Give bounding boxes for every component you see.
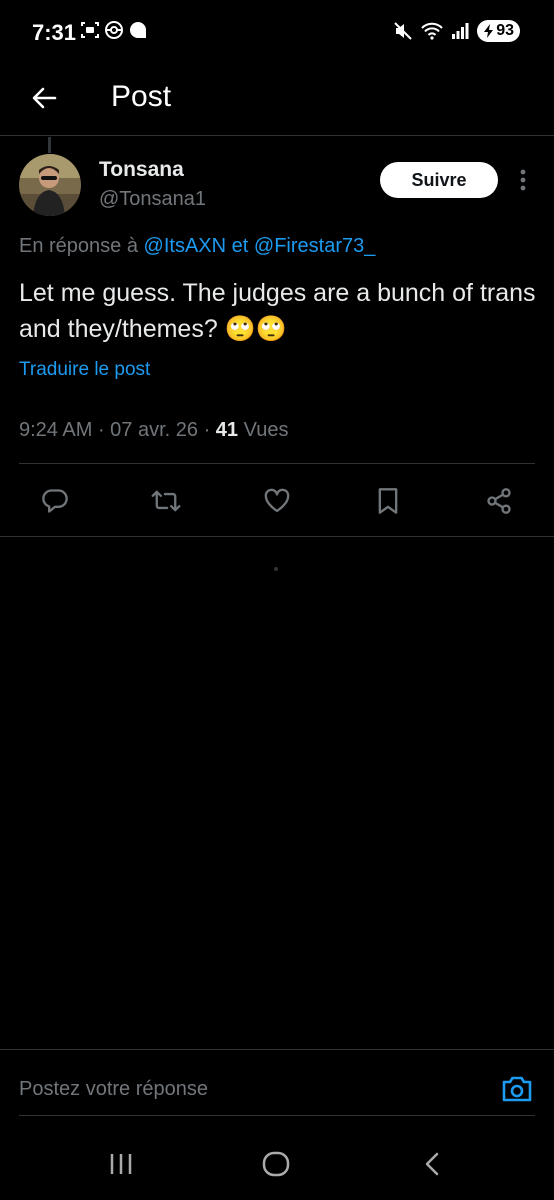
follow-button[interactable]: Suivre bbox=[380, 162, 498, 198]
loading-indicator bbox=[274, 567, 278, 571]
retweet-icon bbox=[151, 490, 181, 512]
status-time: 7:31 bbox=[32, 20, 77, 45]
battery-icon: 93 bbox=[477, 20, 520, 42]
header: Post bbox=[0, 64, 554, 136]
retweet-button[interactable] bbox=[151, 486, 181, 516]
thread-connector bbox=[48, 137, 51, 153]
post-date: 07 avr. 26 bbox=[110, 419, 199, 441]
recents-button[interactable] bbox=[101, 1144, 141, 1184]
translate-link[interactable]: Traduire le post bbox=[19, 359, 150, 381]
home-button[interactable] bbox=[256, 1144, 296, 1184]
post-text: Let me guess. The judges are a bunch of … bbox=[19, 279, 536, 343]
reply-context: En réponse à @ItsAXN et @Firestar73_ bbox=[19, 235, 375, 258]
status-bar: 7:31 93 bbox=[0, 0, 554, 64]
mention-link[interactable]: @ItsAXN bbox=[144, 235, 227, 257]
reply-prefix: En réponse à bbox=[19, 235, 138, 257]
camera-button[interactable] bbox=[500, 1072, 534, 1106]
action-bar bbox=[0, 478, 554, 524]
reply-composer[interactable]: Postez votre réponse bbox=[0, 1049, 554, 1117]
more-options-button[interactable] bbox=[514, 166, 532, 194]
reply-underline bbox=[19, 1115, 535, 1116]
share-button[interactable] bbox=[484, 486, 514, 516]
share-icon bbox=[487, 488, 511, 514]
like-icon bbox=[264, 488, 290, 513]
divider bbox=[0, 536, 554, 537]
author-name[interactable]: Tonsana bbox=[99, 158, 184, 182]
mute-icon bbox=[394, 22, 412, 40]
chat-bubble-icon bbox=[130, 22, 146, 38]
wifi-icon bbox=[421, 22, 443, 40]
pokeball-icon bbox=[105, 21, 123, 39]
like-button[interactable] bbox=[262, 486, 292, 516]
meta-separator: · bbox=[203, 419, 216, 441]
battery-level: 93 bbox=[496, 22, 514, 39]
recents-icon bbox=[110, 1154, 132, 1174]
divider bbox=[19, 463, 535, 464]
charging-bolt-icon bbox=[484, 24, 494, 38]
status-right-icons: 93 bbox=[393, 20, 520, 42]
signal-icon bbox=[452, 23, 469, 39]
views-label[interactable]: Vues bbox=[244, 419, 289, 441]
reply-icon bbox=[42, 489, 68, 513]
views-count[interactable]: 41 bbox=[216, 419, 238, 441]
back-icon bbox=[425, 1152, 439, 1176]
mention-link[interactable]: @Firestar73_ bbox=[254, 235, 375, 257]
page-title: Post bbox=[111, 80, 172, 113]
camera-icon bbox=[502, 1076, 532, 1102]
reply-button[interactable] bbox=[40, 486, 70, 516]
bookmark-icon bbox=[378, 488, 398, 514]
more-vertical-icon bbox=[520, 169, 526, 191]
screenshot-icon bbox=[81, 22, 99, 38]
system-back-button[interactable] bbox=[412, 1144, 452, 1184]
post-time: 9:24 AM bbox=[19, 419, 93, 441]
home-icon bbox=[262, 1151, 290, 1177]
reply-conjunction: et bbox=[231, 235, 249, 257]
author-handle[interactable]: @Tonsana1 bbox=[99, 188, 206, 211]
back-button[interactable] bbox=[24, 78, 64, 118]
avatar-image bbox=[19, 154, 81, 216]
avatar[interactable] bbox=[19, 154, 81, 216]
post-meta: 9:24 AM · 07 avr. 26 · 41 Vues bbox=[19, 419, 288, 442]
bookmark-button[interactable] bbox=[373, 486, 403, 516]
meta-separator: · bbox=[97, 419, 111, 441]
reply-input[interactable]: Postez votre réponse bbox=[19, 1078, 208, 1101]
back-arrow-icon bbox=[32, 87, 57, 109]
system-nav-bar bbox=[0, 1128, 554, 1200]
status-left-icons bbox=[80, 20, 148, 40]
